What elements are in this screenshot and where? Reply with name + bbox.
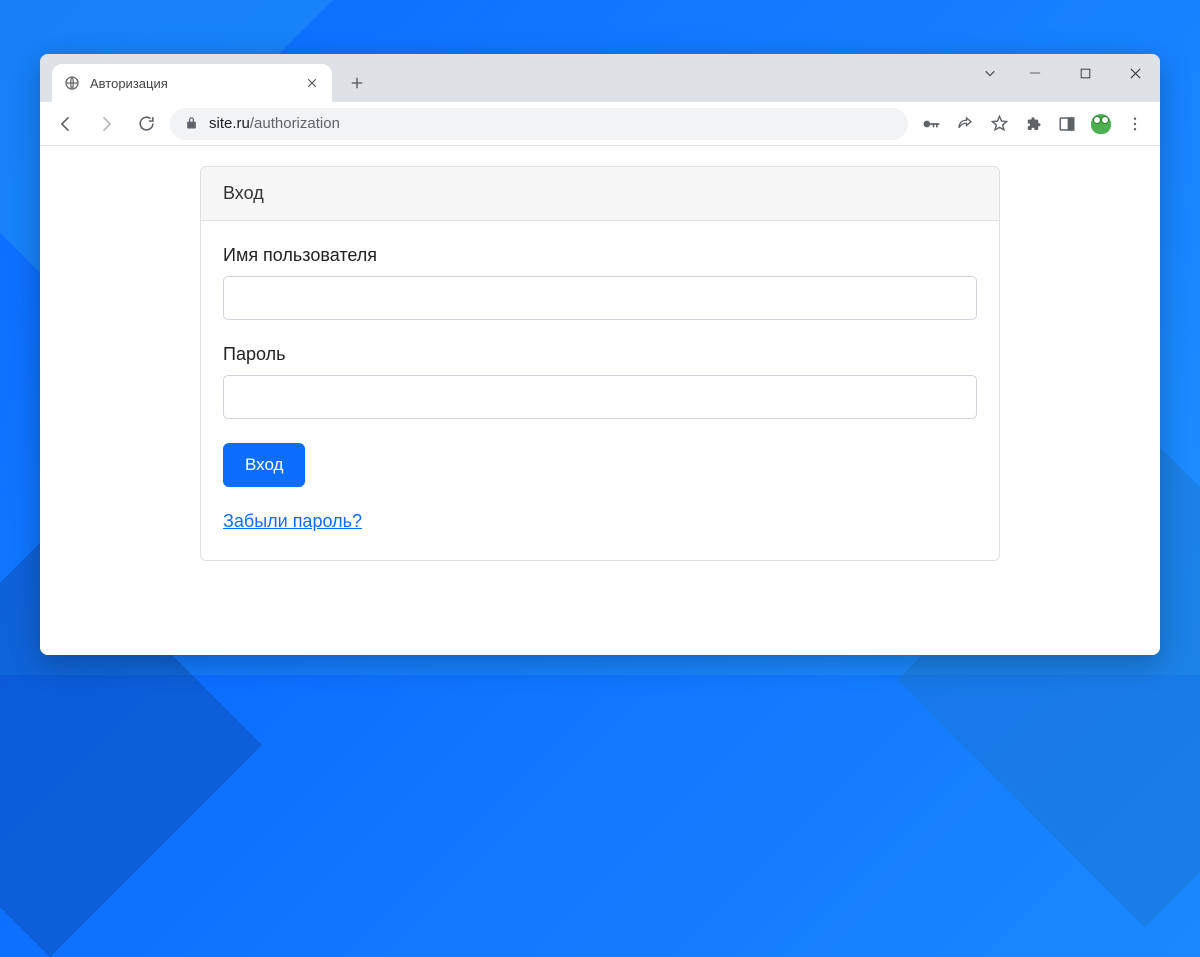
url-text: site.ru/authorization: [209, 115, 894, 132]
minimize-button[interactable]: [1010, 54, 1060, 92]
username-label: Имя пользователя: [223, 245, 977, 266]
tab-search-icon[interactable]: [970, 54, 1010, 92]
password-key-icon[interactable]: [916, 109, 946, 139]
password-input[interactable]: [223, 375, 977, 419]
submit-button[interactable]: Вход: [223, 443, 305, 487]
maximize-button[interactable]: [1060, 54, 1110, 92]
forward-button[interactable]: [90, 108, 122, 140]
extension-frog-icon[interactable]: [1086, 109, 1116, 139]
extensions-puzzle-icon[interactable]: [1018, 109, 1048, 139]
address-bar[interactable]: site.ru/authorization: [170, 108, 908, 140]
reload-button[interactable]: [130, 108, 162, 140]
browser-window: Авторизация: [40, 54, 1160, 655]
lock-icon: [184, 116, 199, 131]
login-card: Вход Имя пользователя Пароль Вход Забыли…: [200, 166, 1000, 561]
window-controls: [970, 54, 1160, 92]
card-title: Вход: [201, 167, 999, 221]
bookmark-star-icon[interactable]: [984, 109, 1014, 139]
toolbar-actions: [916, 109, 1150, 139]
close-tab-icon[interactable]: [304, 75, 320, 91]
page-content: Вход Имя пользователя Пароль Вход Забыли…: [40, 146, 1160, 655]
tab-title: Авторизация: [90, 76, 294, 91]
sidepanel-icon[interactable]: [1052, 109, 1082, 139]
new-tab-button[interactable]: [342, 68, 372, 98]
back-button[interactable]: [50, 108, 82, 140]
username-input[interactable]: [223, 276, 977, 320]
card-body: Имя пользователя Пароль Вход Забыли паро…: [201, 221, 999, 560]
browser-toolbar: site.ru/authorization: [40, 102, 1160, 146]
browser-titlebar: Авторизация: [40, 54, 1160, 102]
menu-dots-icon[interactable]: [1120, 109, 1150, 139]
share-icon[interactable]: [950, 109, 980, 139]
close-window-button[interactable]: [1110, 54, 1160, 92]
browser-tab[interactable]: Авторизация: [52, 64, 332, 102]
globe-icon: [64, 75, 80, 91]
password-label: Пароль: [223, 344, 977, 365]
forgot-password-link[interactable]: Забыли пароль?: [223, 511, 362, 532]
